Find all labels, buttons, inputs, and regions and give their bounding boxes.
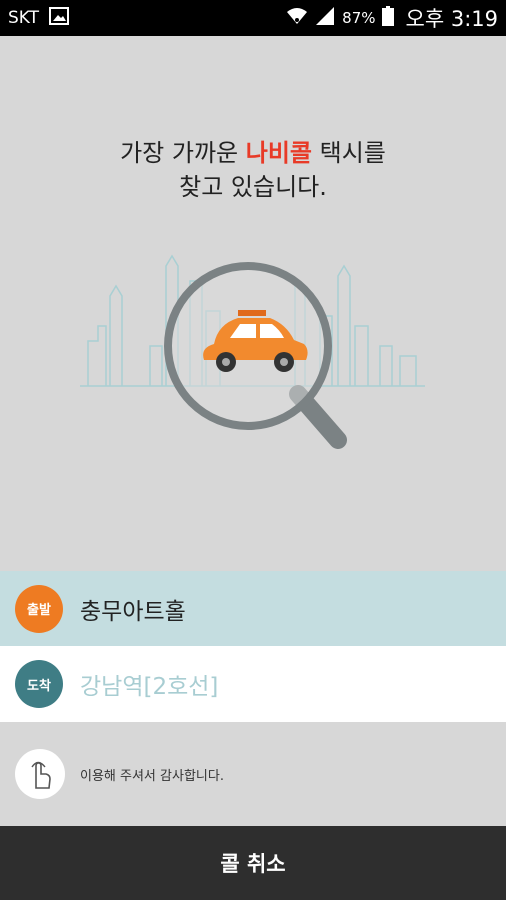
departure-place: 충무아트홀 (80, 598, 186, 625)
brand-name: 나비콜 (245, 139, 313, 167)
status-right: 87% 오후 3:19 (286, 3, 498, 33)
hand-tap-icon (15, 749, 65, 799)
headline-line2: 찾고 있습니다. (179, 173, 327, 201)
signal-icon (314, 6, 336, 30)
departure-row[interactable]: 출발 충무아트홀 (0, 571, 506, 646)
thanks-message: 이용해 주셔서 감사합니다. (80, 768, 224, 784)
arrival-place: 강남역[2호선] (80, 674, 219, 700)
gallery-icon (49, 6, 70, 30)
notice-row: 이용해 주셔서 감사합니다. (0, 722, 506, 826)
searching-headline: 가장 가까운 나비콜 택시를 찾고 있습니다. (0, 136, 506, 204)
carrier-label: SKT (8, 8, 40, 28)
wifi-icon (286, 6, 308, 30)
battery-icon (381, 6, 394, 30)
arrival-badge: 도착 (15, 660, 63, 708)
battery-percent: 87% (342, 9, 376, 27)
searching-panel: 가장 가까운 나비콜 택시를 찾고 있습니다. (0, 36, 506, 571)
cancel-call-button[interactable]: 콜 취소 (0, 826, 506, 900)
cancel-call-label: 콜 취소 (220, 852, 286, 876)
headline-prefix: 가장 가까운 (120, 139, 246, 167)
clock: 오후 3:19 (405, 7, 498, 31)
status-left: SKT (8, 6, 70, 30)
arrival-row[interactable]: 도착 강남역[2호선] (0, 646, 506, 722)
status-bar: SKT 87% 오후 3:19 (0, 0, 506, 36)
headline-suffix: 택시를 (312, 139, 386, 167)
taxi-search-illustration (80, 254, 425, 449)
departure-badge: 출발 (15, 584, 63, 633)
headline-line1: 가장 가까운 나비콜 택시를 (0, 136, 506, 170)
